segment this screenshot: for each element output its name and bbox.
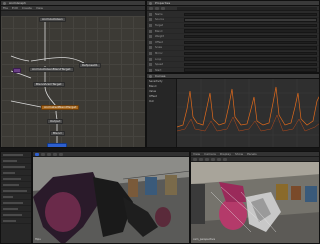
vp-menu-display[interactable]: Display — [220, 152, 231, 156]
property-field[interactable] — [184, 18, 317, 22]
vp-menu-view[interactable]: View — [193, 152, 200, 156]
node-wires — [10, 21, 85, 144]
viewport-tool-button[interactable] — [41, 152, 45, 156]
graph-node[interactable]: Blend — [50, 131, 65, 136]
menu-create[interactable]: Create — [22, 6, 32, 10]
viewport-tool-button[interactable] — [199, 157, 203, 161]
property-field[interactable] — [184, 23, 317, 28]
tool-button[interactable] — [149, 6, 153, 10]
vp-menu-camera[interactable]: Camera — [204, 152, 216, 156]
viewport-right[interactable]: View Camera Display Show Panels cam_pers… — [190, 151, 320, 244]
properties-icon — [149, 1, 152, 5]
viewport-left-scene[interactable]: Hips — [33, 157, 189, 243]
row-toggle[interactable] — [149, 51, 152, 55]
row-toggle[interactable] — [149, 29, 152, 33]
graph-node[interactable]: Output — [47, 119, 64, 124]
viewport-right-label: cam_perspective — [193, 238, 216, 241]
property-label: Blend — [155, 29, 163, 33]
graph-node[interactable]: Refpose01 — [79, 63, 101, 68]
row-toggle[interactable] — [149, 12, 152, 16]
property-field[interactable] — [184, 46, 317, 50]
node-graph-menubar: File Edit Create View — [1, 6, 145, 11]
scene-render — [191, 162, 319, 243]
property-label: Scale — [155, 46, 162, 50]
property-label: Offset — [155, 40, 163, 44]
viewport-tool-button[interactable] — [223, 157, 227, 161]
property-field[interactable] — [184, 29, 317, 33]
curve-editor-title: Curves — [155, 73, 166, 78]
property-label: Start — [155, 68, 162, 72]
property-field[interactable] — [184, 40, 317, 45]
curve-graph — [176, 79, 319, 147]
node-graph-canvas[interactable]: AnimAutoGen Refpose01 AnimAutoGenBlendTa… — [1, 16, 145, 147]
property-label: Target — [155, 23, 164, 27]
viewport-tool-button[interactable] — [211, 157, 215, 161]
vp-menu-show[interactable]: Show — [235, 152, 243, 156]
row-toggle[interactable] — [149, 57, 152, 61]
viewport-tool-button[interactable] — [53, 152, 57, 156]
menu-view[interactable]: View — [36, 6, 43, 10]
viewport-tool-button[interactable] — [217, 157, 221, 161]
viewport-tool-button[interactable] — [193, 157, 197, 161]
row-toggle[interactable] — [149, 23, 152, 27]
properties-panel: Properties Name Source Target Blend Weig… — [146, 0, 320, 73]
row-toggle[interactable] — [149, 40, 152, 44]
outliner-row[interactable] — [1, 218, 31, 224]
row-toggle[interactable] — [149, 18, 152, 22]
property-field[interactable] — [184, 34, 317, 39]
viewport-tool-button[interactable] — [35, 152, 39, 156]
properties-search-input[interactable] — [177, 6, 317, 10]
row-toggle[interactable] — [149, 46, 152, 50]
curve-plot[interactable] — [176, 79, 319, 147]
graph-node[interactable]: AnimatedBlendTarget — [41, 105, 80, 110]
tool-button[interactable] — [161, 6, 165, 10]
property-label: Name — [155, 12, 163, 16]
properties-toolbar — [147, 6, 319, 11]
property-field[interactable] — [184, 62, 317, 67]
property-field[interactable] — [184, 68, 317, 72]
row-toggle[interactable] — [149, 35, 152, 39]
property-label: Weight — [155, 35, 165, 39]
row-toggle[interactable] — [149, 68, 152, 72]
property-field[interactable] — [184, 12, 317, 17]
viewport-left[interactable]: Hips — [32, 151, 190, 244]
viewport-tool-button[interactable] — [205, 157, 209, 161]
curve-icon — [149, 74, 152, 78]
scene-render — [33, 157, 189, 243]
property-label: Speed — [155, 63, 164, 67]
viewport-left-label: Hips — [35, 238, 41, 241]
outliner-panel — [0, 151, 32, 244]
row-toggle[interactable] — [149, 63, 152, 67]
channel-item[interactable]: Out — [147, 99, 176, 104]
node-graph-panel: AnimGraph File Edit Create View AnimAuto… — [0, 0, 146, 148]
menu-file[interactable]: File — [3, 6, 8, 10]
property-field[interactable] — [184, 51, 317, 56]
graph-node[interactable]: AnimAutoGen — [39, 17, 66, 22]
property-field[interactable] — [184, 57, 317, 61]
node-graph-title: AnimGraph — [9, 0, 26, 5]
properties-rows: Name Source Target Blend Weight Offset S… — [147, 12, 319, 72]
graph-node[interactable] — [13, 68, 21, 73]
property-label: Mirror — [155, 51, 163, 55]
vp-menu-panels[interactable]: Panels — [247, 152, 257, 156]
menu-edit[interactable]: Edit — [12, 6, 18, 10]
graph-icon — [3, 1, 6, 5]
properties-title: Properties — [155, 0, 171, 5]
property-label: Source — [155, 18, 164, 22]
graph-node[interactable]: AnimAutoGenBlendTarget — [29, 67, 74, 72]
viewport-right-scene[interactable]: cam_perspective — [191, 162, 319, 243]
curve-channel-list: Sensitivity Blend Value Offset Out — [147, 79, 177, 147]
tool-button[interactable] — [155, 6, 159, 10]
property-label: Loop — [155, 57, 162, 61]
viewport-tool-button[interactable] — [47, 152, 51, 156]
viewport-tool-button[interactable] — [59, 152, 63, 156]
graph-node[interactable]: BlendAnimTarget — [33, 82, 65, 87]
curve-editor-panel: Curves Sensitivity Blend Value Offset Ou… — [146, 73, 320, 148]
